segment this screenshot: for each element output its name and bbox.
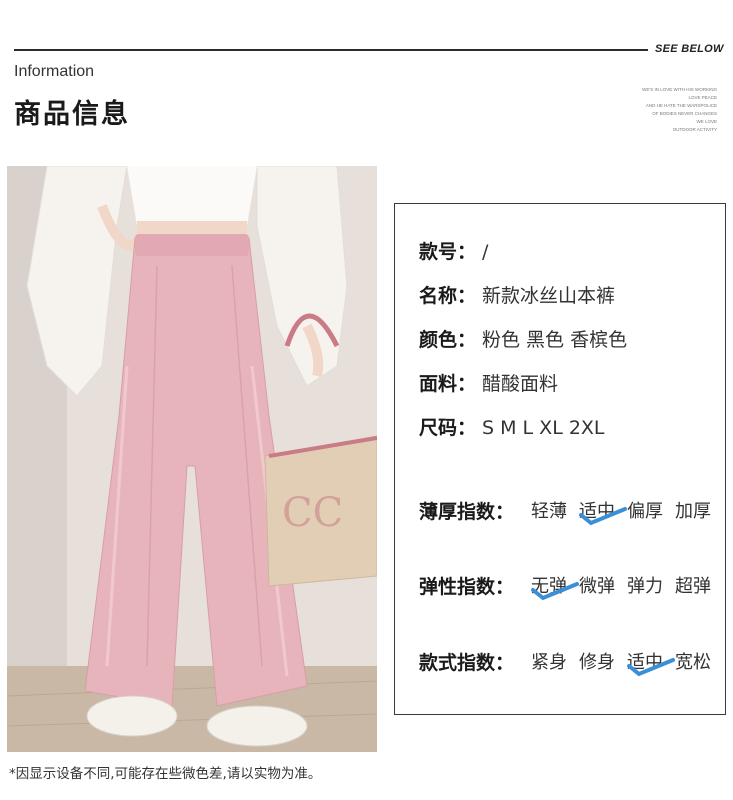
spec-row-size: 尺码： S M L XL 2XL bbox=[419, 413, 605, 440]
elasticity-index: 弹性指数： 无弹 微弹 弹力 超弹 bbox=[419, 572, 719, 602]
blurb-line: WE'S IN LOVE WITH HIS WORKING bbox=[642, 87, 717, 92]
blurb-line: OUTDOOR ACTIVITY bbox=[672, 127, 717, 132]
index-option: 微弹 bbox=[579, 576, 615, 597]
spec-value: S M L XL 2XL bbox=[482, 417, 605, 439]
decorative-blurb: WE'S IN LOVE WITH HIS WORKING LOVE PEACE… bbox=[577, 86, 717, 134]
spec-value: 醋酸面料 bbox=[482, 373, 559, 395]
spec-key: 尺码： bbox=[419, 417, 477, 439]
check-icon bbox=[531, 582, 579, 601]
svg-text:CC: CC bbox=[282, 490, 343, 536]
index-option: 宽松 bbox=[675, 652, 711, 673]
spec-row-fabric: 面料： 醋酸面料 bbox=[419, 369, 558, 396]
index-option: 紧身 bbox=[531, 652, 567, 673]
index-key: 薄厚指数： bbox=[419, 501, 515, 523]
blurb-line: WE LOVE bbox=[696, 119, 717, 124]
spec-key: 面料： bbox=[419, 373, 477, 395]
blurb-line: AND HE HATE THE WARSPOLICE bbox=[645, 103, 717, 108]
index-option: 加厚 bbox=[675, 501, 711, 522]
spec-key: 颜色： bbox=[419, 329, 477, 351]
product-photo: CC bbox=[7, 166, 377, 752]
spec-value: 新款冰丝山本裤 bbox=[482, 285, 616, 307]
style-index: 款式指数： 紧身 修身 适中 宽松 bbox=[419, 648, 719, 678]
spec-row-name: 名称： 新款冰丝山本裤 bbox=[419, 281, 615, 308]
spec-value: / bbox=[482, 241, 489, 263]
blurb-line: OF BODIES NEVER CHANGES bbox=[652, 111, 717, 116]
spec-row-style-number: 款号： / bbox=[419, 237, 488, 264]
see-below-label: SEE BELOW bbox=[655, 43, 724, 55]
check-icon bbox=[627, 658, 675, 677]
info-heading-cn: 商品信息 bbox=[14, 99, 130, 130]
product-illustration: CC bbox=[7, 166, 377, 752]
header-rule bbox=[14, 49, 648, 51]
spec-key: 名称： bbox=[419, 285, 477, 307]
index-option: 超弹 bbox=[675, 576, 711, 597]
index-option: 弹力 bbox=[627, 576, 663, 597]
spec-key: 款号： bbox=[419, 241, 477, 263]
blurb-line: LOVE PEACE bbox=[688, 95, 717, 100]
info-heading-en: Information bbox=[14, 63, 95, 80]
spec-value: 粉色 黑色 香槟色 bbox=[482, 329, 628, 351]
index-option: 修身 bbox=[579, 652, 615, 673]
index-key: 款式指数： bbox=[419, 652, 515, 674]
index-key: 弹性指数： bbox=[419, 576, 515, 598]
index-option: 偏厚 bbox=[627, 501, 663, 522]
spec-panel: 款号： / 名称： 新款冰丝山本裤 颜色： 粉色 黑色 香槟色 面料： 醋酸面料 尺码：… bbox=[394, 203, 726, 715]
check-icon bbox=[579, 507, 627, 526]
color-disclaimer: *因显示设备不同,可能存在些微色差,请以实物为准。 bbox=[9, 766, 322, 782]
index-option: 轻薄 bbox=[531, 501, 567, 522]
thickness-index: 薄厚指数： 轻薄 适中 偏厚 加厚 bbox=[419, 497, 719, 527]
spec-row-color: 颜色： 粉色 黑色 香槟色 bbox=[419, 325, 627, 352]
